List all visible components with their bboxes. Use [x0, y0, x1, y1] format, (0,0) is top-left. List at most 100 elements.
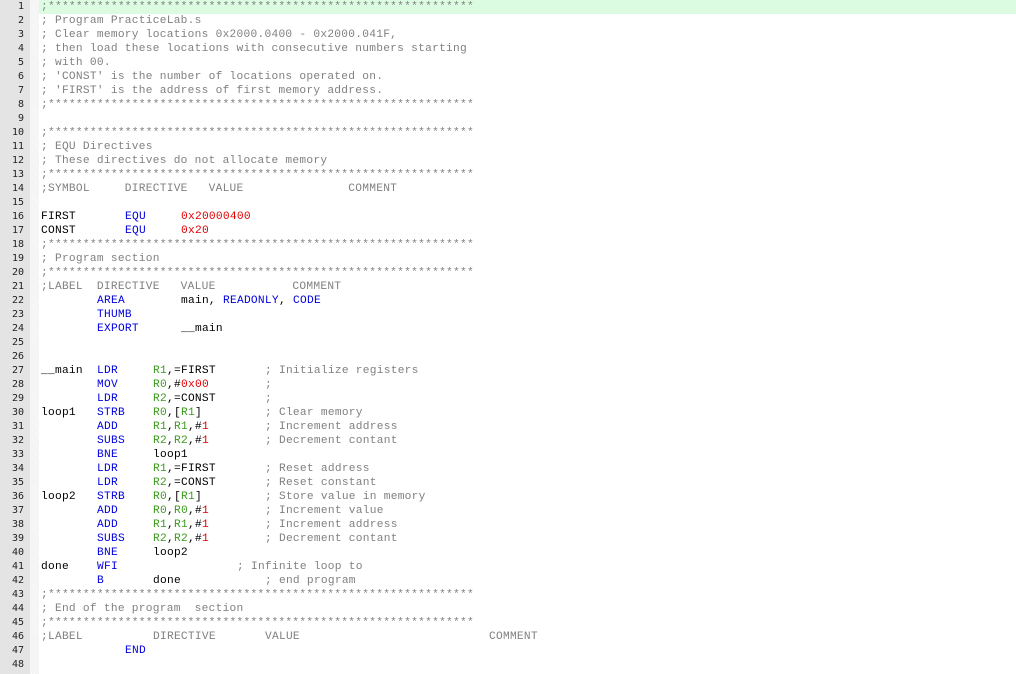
line-code[interactable]: ADD R1, R1 ,# 1; Increment address	[39, 420, 1016, 434]
line-code[interactable]: ; Program section	[39, 252, 1016, 266]
code-line[interactable]: 27 __main LDR R1 ,=FIRST ; Initialize registe…	[0, 364, 1016, 378]
line-code[interactable]: ;***************************************…	[39, 0, 1016, 14]
code-line[interactable]: 42 Bdone ; end program	[0, 574, 1016, 588]
code-line[interactable]: 48	[0, 658, 1016, 672]
line-code[interactable]: LDR R2 ,=CONST;	[39, 392, 1016, 406]
comment-token: ; 'CONST' is the number of locations ope…	[41, 71, 384, 83]
code-line[interactable]: 46 ;LABEL DIRECTIVE VALUE COMMENT	[0, 630, 1016, 644]
line-code[interactable]	[39, 658, 1016, 672]
code-line[interactable]: 9	[0, 112, 1016, 126]
code-line[interactable]: 8 ;**************************************…	[0, 98, 1016, 112]
line-code[interactable]: ;***************************************…	[39, 238, 1016, 252]
code-line[interactable]: 6 ; 'CONST' is the number of locations op…	[0, 70, 1016, 84]
code-line[interactable]: 15	[0, 196, 1016, 210]
line-number: 36	[11, 491, 24, 502]
code-line[interactable]: 32 SUBS R2, R2 ,# 1; Decrement contant	[0, 434, 1016, 448]
code-line[interactable]: 41 done WFI ; Infinite loop to	[0, 560, 1016, 574]
line-code[interactable]: loop1 STRB R0 ,[R1] ; Clear memory	[39, 406, 1016, 420]
code-line[interactable]: 29 LDR R2 ,=CONST;	[0, 392, 1016, 406]
code-line[interactable]: 3 ; Clear memory locations 0x2000.0400 - …	[0, 28, 1016, 42]
code-line[interactable]: 16 FIRST EQU 0x20000400	[0, 210, 1016, 224]
code-line[interactable]: 39 SUBS R2, R2 ,# 1; Decrement contant	[0, 532, 1016, 546]
code-line[interactable]: 14 ;SYMBOL DIRECTIVE VALUE COMMENT	[0, 182, 1016, 196]
line-code[interactable]: ;SYMBOL DIRECTIVE VALUE COMMENT	[39, 182, 1016, 196]
line-code[interactable]: BNE loop1	[39, 448, 1016, 462]
code-line[interactable]: 1 ;**************************************…	[0, 0, 1016, 14]
code-line[interactable]: 28 MOV R0 ,# 0x00;	[0, 378, 1016, 392]
comment-token: ;***************************************…	[41, 169, 474, 181]
line-code[interactable]: ; Clear memory locations 0x2000.0400 - 0…	[39, 28, 1016, 42]
code-line[interactable]: 19 ; Program section	[0, 252, 1016, 266]
line-code[interactable]: ;LABEL DIRECTIVE VALUE COMMENT	[39, 630, 1016, 644]
code-line[interactable]: 38 ADD R1, R1 ,# 1; Increment address	[0, 518, 1016, 532]
code-line[interactable]: 36 loop2 STRB R0 ,[R1] ; Store value in memor…	[0, 490, 1016, 504]
code-line[interactable]: 26	[0, 350, 1016, 364]
line-code[interactable]: END	[39, 644, 1016, 658]
line-code[interactable]: ;***************************************…	[39, 616, 1016, 630]
line-code[interactable]: SUBS R2, R2 ,# 1; Decrement contant	[39, 434, 1016, 448]
line-code[interactable]	[39, 112, 1016, 126]
code-line[interactable]: 10 ;*************************************…	[0, 126, 1016, 140]
code-line[interactable]: 37 ADD R0, R0 ,# 1; Increment value	[0, 504, 1016, 518]
line-code[interactable]: ; End of the program section	[39, 602, 1016, 616]
line-code[interactable]	[39, 196, 1016, 210]
line-code[interactable]: ;LABEL DIRECTIVE VALUE COMMENT	[39, 280, 1016, 294]
code-line[interactable]: 2 ; Program PracticeLab.s	[0, 14, 1016, 28]
line-code[interactable]: __main LDR R1 ,=FIRST ; Initialize registers	[39, 364, 1016, 378]
code-line[interactable]: 23 THUMB	[0, 308, 1016, 322]
code-line[interactable]: 47 END	[0, 644, 1016, 658]
line-code[interactable]: ; Program PracticeLab.s	[39, 14, 1016, 28]
line-code[interactable]: ADD R1, R1 ,# 1; Increment address	[39, 518, 1016, 532]
line-code[interactable]: SUBS R2, R2 ,# 1; Decrement contant	[39, 532, 1016, 546]
code-line[interactable]: 4 ; then load these locations with consec…	[0, 42, 1016, 56]
code-line[interactable]: 40 BNE loop2	[0, 546, 1016, 560]
code-line[interactable]: 11 ; EQU Directives	[0, 140, 1016, 154]
code-line[interactable]: 21 ;LABEL DIRECTIVE VALUE COMMENT	[0, 280, 1016, 294]
code-line[interactable]: 22 AREA main, READONLY, CODE	[0, 294, 1016, 308]
code-line[interactable]: 43 ;*************************************…	[0, 588, 1016, 602]
code-line[interactable]: 18 ;*************************************…	[0, 238, 1016, 252]
line-code[interactable]	[39, 336, 1016, 350]
line-code[interactable]: ;***************************************…	[39, 98, 1016, 112]
line-code[interactable]: ADD R0, R0 ,# 1; Increment value	[39, 504, 1016, 518]
line-code[interactable]: ; EQU Directives	[39, 140, 1016, 154]
line-code[interactable]: EXPORT __main	[39, 322, 1016, 336]
code-line[interactable]: 31 ADD R1, R1 ,# 1; Increment address	[0, 420, 1016, 434]
code-line[interactable]: 7 ; 'FIRST' is the address of first memor…	[0, 84, 1016, 98]
code-editor[interactable]: 1 ;**************************************…	[0, 0, 1016, 674]
line-code[interactable]: ;***************************************…	[39, 126, 1016, 140]
line-code[interactable]: ;***************************************…	[39, 168, 1016, 182]
line-code[interactable]: CONST EQU 0x20	[39, 224, 1016, 238]
line-code[interactable]: ; These directives do not allocate memor…	[39, 154, 1016, 168]
line-code[interactable]: ; 'CONST' is the number of locations ope…	[39, 70, 1016, 84]
line-code[interactable]: ;***************************************…	[39, 266, 1016, 280]
line-code[interactable]: ; 'FIRST' is the address of first memory…	[39, 84, 1016, 98]
code-line[interactable]: 34 LDR R1 ,=FIRST ; Reset address	[0, 462, 1016, 476]
line-code[interactable]: LDR R1 ,=FIRST ; Reset address	[39, 462, 1016, 476]
code-line[interactable]: 45 ;*************************************…	[0, 616, 1016, 630]
line-code[interactable]: ; then load these locations with consecu…	[39, 42, 1016, 56]
code-line[interactable]: 44 ; End of the program section	[0, 602, 1016, 616]
code-line[interactable]: 25	[0, 336, 1016, 350]
line-code[interactable]: MOV R0 ,# 0x00;	[39, 378, 1016, 392]
line-code[interactable]: FIRST EQU 0x20000400	[39, 210, 1016, 224]
code-line[interactable]: 5 ; with 00.	[0, 56, 1016, 70]
code-line[interactable]: 35 LDR R2 ,=CONST ; Reset constant	[0, 476, 1016, 490]
code-line[interactable]: 33 BNE loop1	[0, 448, 1016, 462]
line-code[interactable]: THUMB	[39, 308, 1016, 322]
line-code[interactable]: ;***************************************…	[39, 588, 1016, 602]
code-line[interactable]: 12 ; These directives do not allocate mem…	[0, 154, 1016, 168]
line-code[interactable]: done WFI ; Infinite loop to	[39, 560, 1016, 574]
line-code[interactable]: AREA main, READONLY, CODE	[39, 294, 1016, 308]
line-code[interactable]	[39, 350, 1016, 364]
line-code[interactable]: loop2 STRB R0 ,[R1] ; Store value in memory	[39, 490, 1016, 504]
line-code[interactable]: LDR R2 ,=CONST ; Reset constant	[39, 476, 1016, 490]
line-code[interactable]: ; with 00.	[39, 56, 1016, 70]
line-code[interactable]: BNE loop2	[39, 546, 1016, 560]
line-code[interactable]: Bdone ; end program	[39, 574, 1016, 588]
code-line[interactable]: 30 loop1 STRB R0 ,[R1] ; Clear memory	[0, 406, 1016, 420]
code-line[interactable]: 20 ;*************************************…	[0, 266, 1016, 280]
code-line[interactable]: 24 EXPORT __main	[0, 322, 1016, 336]
code-line[interactable]: 17 CONST EQU 0x20	[0, 224, 1016, 238]
code-line[interactable]: 13 ;*************************************…	[0, 168, 1016, 182]
